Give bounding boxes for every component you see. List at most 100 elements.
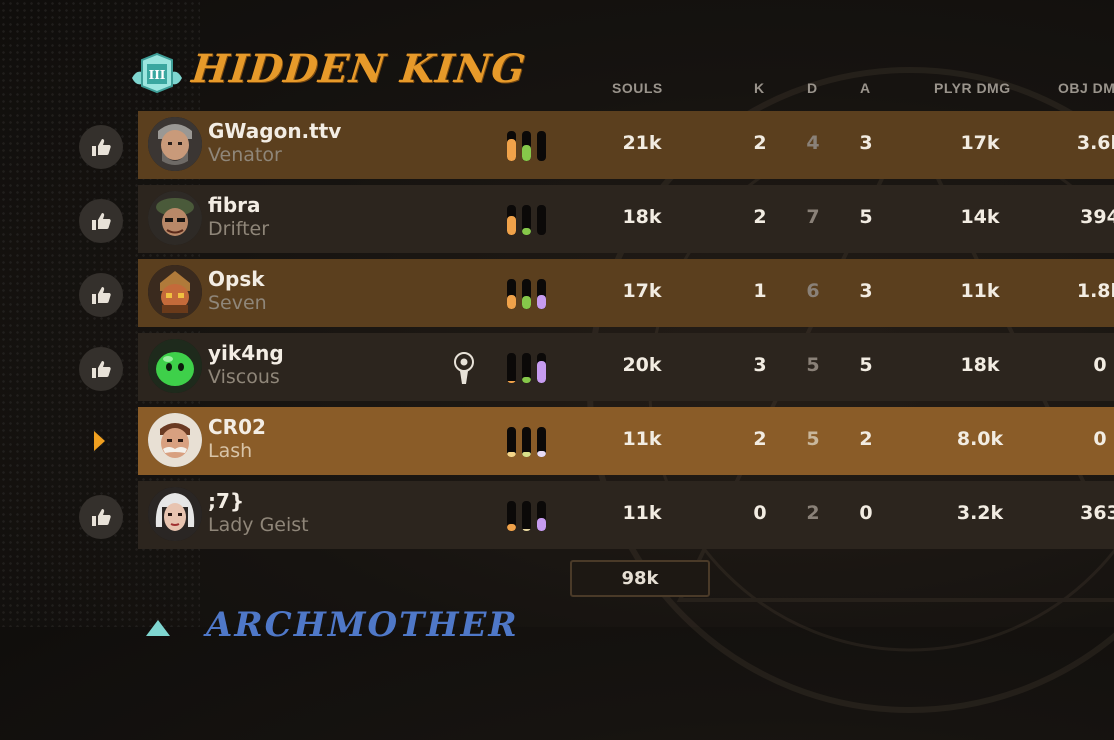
objective-damage-value: 0 [1093,428,1107,450]
player-damage-value: 14k [960,206,1000,228]
player-row[interactable]: ;7} Lady Geist 11k 0 2 0 3.2k 363 [138,481,1114,549]
assists-value: 5 [859,354,873,376]
next-team-name: ARCHMOTHER [206,605,519,645]
deaths-value: 5 [806,354,820,376]
stat-bar-fill [537,451,546,457]
hero-name: Viscous [208,366,280,388]
souls-value: 20k [622,354,662,376]
player-damage-value: 18k [960,354,1000,376]
stat-bar [507,501,516,531]
assists-value: 5 [859,206,873,228]
stat-bar-fill [522,228,531,235]
hero-name: Lady Geist [208,514,309,536]
stat-bar-fill [522,295,531,309]
stat-bar [507,353,516,383]
thumbs-up-button[interactable] [79,273,123,317]
column-header-player-damage: PLYR DMG [934,80,1011,96]
objective-damage-value: 0 [1093,354,1107,376]
kills-value: 2 [753,206,767,228]
thumbs-up-icon [92,509,111,526]
kills-value: 0 [753,502,767,524]
stat-bar-fill [537,294,546,309]
stat-bar-fill [537,517,546,531]
player-name: ;7} [208,489,245,513]
player-row-current[interactable]: CR02 Lash 11k 2 5 2 8.0k 0 [138,407,1114,475]
stat-bar [522,279,531,309]
stat-bar [537,205,546,235]
column-header-objective-damage: OBJ DMG [1058,80,1114,96]
kills-value: 3 [753,354,767,376]
stat-bar [522,427,531,457]
player-damage-value: 11k [960,280,1000,302]
player-row[interactable]: fibra Drifter 18k 2 7 5 14k 394 [138,185,1114,253]
venator-portrait [148,117,202,171]
stat-bars [507,353,549,383]
player-row[interactable]: Opsk Seven 17k 1 6 3 11k 1.8k [138,259,1114,327]
stat-bar-fill [507,381,516,383]
thumbs-up-button[interactable] [79,347,123,391]
column-header-deaths: D [807,80,818,96]
player-damage-value: 8.0k [956,428,1004,450]
player-damage-value: 17k [960,132,1000,154]
assists-value: 3 [859,280,873,302]
assists-value: 0 [859,502,873,524]
hero-name: Drifter [208,218,270,240]
thumbs-up-button[interactable] [79,125,123,169]
thumbs-up-button[interactable] [79,199,123,243]
column-header-souls: SOULS [612,80,663,96]
assists-value: 2 [859,428,873,450]
team-total-souls: 98k [570,560,710,597]
player-row[interactable]: yik4ng Viscous 20k 3 5 5 18k 0 [138,333,1114,401]
thumbs-up-button[interactable] [79,495,123,539]
player-name: fibra [208,193,261,217]
deaths-value: 4 [806,132,820,154]
stat-bars [507,131,549,161]
stat-bar [537,279,546,309]
kills-value: 2 [753,428,767,450]
stat-bar-fill [507,215,516,235]
stat-bar [522,353,531,383]
thumbs-up-icon [92,213,111,230]
kills-value: 1 [753,280,767,302]
hero-name: Seven [208,292,267,314]
seven-portrait [148,265,202,319]
stat-bar [507,279,516,309]
stat-bar [507,427,516,457]
team-rank-emblem: III [132,52,182,94]
stat-bars [507,279,549,309]
thumbs-up-icon [92,361,111,378]
stat-bar [522,131,531,161]
spectate-eye-icon[interactable] [451,351,477,385]
stat-bar [537,427,546,457]
stat-bar [507,205,516,235]
rank-numeral: III [149,68,166,82]
stat-bars [507,427,549,457]
lash-portrait [148,413,202,467]
souls-value: 18k [622,206,662,228]
stat-bar-fill [522,528,531,531]
deaths-value: 2 [806,502,820,524]
lady-geist-portrait [148,487,202,541]
stat-bar [537,501,546,531]
player-damage-value: 3.2k [956,502,1004,524]
thumbs-up-icon [92,287,111,304]
objective-damage-value: 3.6k [1076,132,1114,154]
stat-bar-fill [522,377,531,383]
player-name: Opsk [208,267,265,291]
viscous-portrait [148,339,202,393]
objective-damage-value: 1.8k [1076,280,1114,302]
stat-bar [522,205,531,235]
hero-name: Venator [208,144,282,166]
stat-bar [522,501,531,531]
deaths-value: 7 [806,206,820,228]
player-row[interactable]: GWagon.ttv Venator 21k 2 4 3 17k 3.6k [138,111,1114,179]
thumbs-up-icon [92,139,111,156]
column-header-assists: A [860,80,871,96]
objective-damage-value: 394 [1080,206,1114,228]
next-team-emblem [146,620,170,636]
column-header-kills: K [754,80,765,96]
drifter-portrait [148,191,202,245]
player-name: CR02 [208,415,266,439]
souls-value: 21k [622,132,662,154]
stat-bars [507,205,549,235]
